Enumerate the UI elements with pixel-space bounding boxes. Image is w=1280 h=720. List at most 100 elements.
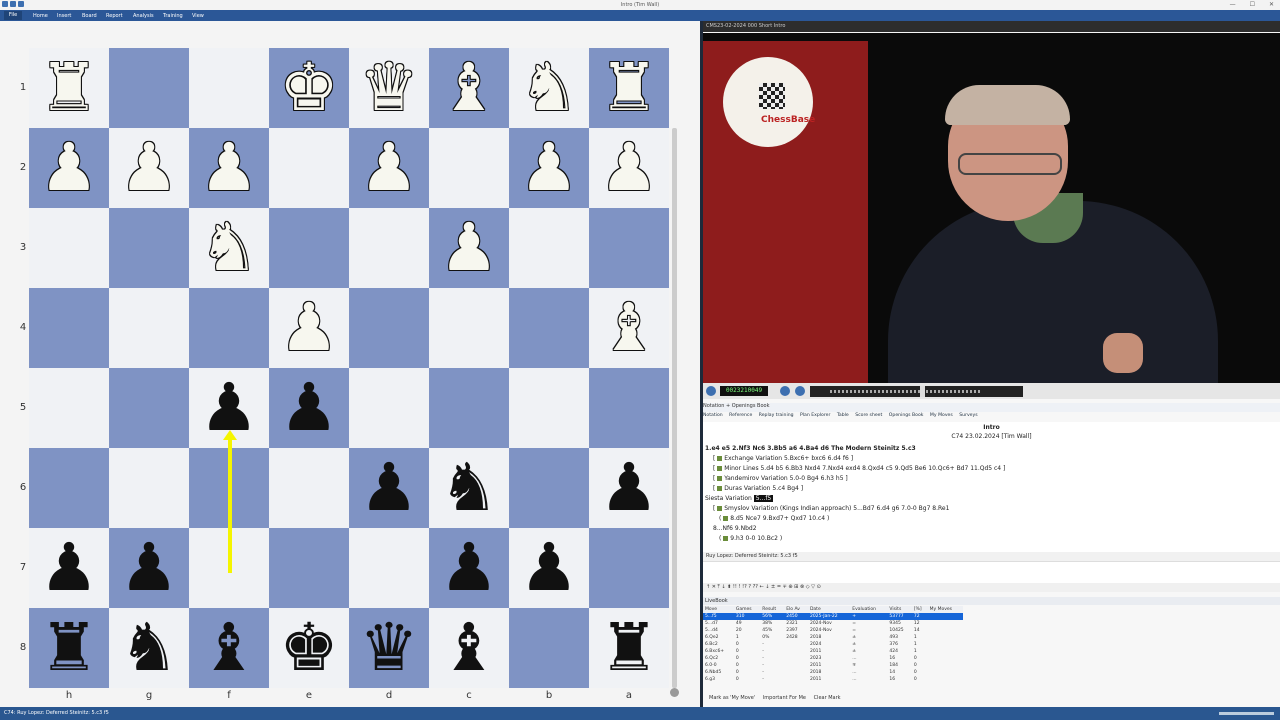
black-q-piece-icon[interactable]: ♛ bbox=[349, 608, 429, 688]
board-square-h6[interactable] bbox=[29, 448, 109, 528]
pause-icon[interactable] bbox=[706, 386, 716, 396]
board-square-e3[interactable] bbox=[269, 208, 349, 288]
variation-line[interactable]: ( 8.d5 Nce7 9.Bxd7+ Qxd7 10.c4 ) bbox=[719, 515, 829, 522]
clear-mark-button[interactable]: Clear Mark bbox=[814, 695, 841, 701]
table-row[interactable]: 5...d4 20 45% 2397 2024-Nov = 10425 14 bbox=[703, 627, 963, 634]
black-n-piece-icon[interactable]: ♞ bbox=[429, 448, 509, 528]
black-p-piece-icon[interactable]: ♟ bbox=[429, 528, 509, 608]
subtab-reference[interactable]: Reference bbox=[729, 413, 752, 418]
tab-home[interactable]: Home bbox=[33, 13, 48, 19]
white-p-piece-icon[interactable]: ♟ bbox=[589, 128, 669, 208]
video-timeline[interactable] bbox=[810, 386, 1023, 397]
current-move[interactable]: 5...f5 bbox=[753, 495, 774, 502]
close-button[interactable]: ✕ bbox=[1269, 1, 1274, 8]
variation-line[interactable]: 8...Nf6 9.Nbd2 bbox=[713, 525, 757, 532]
white-r-piece-icon[interactable]: ♜ bbox=[29, 48, 109, 128]
white-k-piece-icon[interactable]: ♚ bbox=[269, 48, 349, 128]
column-header[interactable]: [%] bbox=[911, 606, 928, 613]
main-line[interactable]: 1.e4 e5 2.Nf3 Nc6 3.Bb5 a6 4.Ba4 d6 The … bbox=[705, 445, 916, 452]
column-header[interactable]: My Moves bbox=[927, 606, 963, 613]
board-square-g3[interactable] bbox=[109, 208, 189, 288]
black-p-piece-icon[interactable]: ♟ bbox=[109, 528, 189, 608]
tab-analysis[interactable]: Analysis bbox=[133, 13, 154, 19]
variation-line[interactable]: [ Duras Variation 5.c4 Bg4 ] bbox=[713, 485, 803, 492]
board-square-g5[interactable] bbox=[109, 368, 189, 448]
file-tab[interactable]: File bbox=[4, 11, 22, 20]
board-square-e7[interactable] bbox=[269, 528, 349, 608]
black-k-piece-icon[interactable]: ♚ bbox=[269, 608, 349, 688]
table-row[interactable]: 6.g3 0 - 2011... 16 0 bbox=[703, 676, 963, 683]
table-row[interactable]: 6.0-0 0 - 2011 ∓ 184 0 bbox=[703, 662, 963, 669]
board-square-f4[interactable] bbox=[189, 288, 269, 368]
column-header[interactable]: Result bbox=[760, 606, 785, 613]
zoom-slider[interactable] bbox=[1219, 712, 1274, 715]
board-square-b8[interactable] bbox=[509, 608, 589, 688]
tab-training[interactable]: Training bbox=[163, 13, 183, 19]
column-header[interactable]: Elo Av bbox=[784, 606, 808, 613]
variation-line[interactable]: [ Exchange Variation 5.Bxc6+ bxc6 6.d4 f… bbox=[713, 455, 853, 462]
white-p-piece-icon[interactable]: ♟ bbox=[109, 128, 189, 208]
rewind-icon[interactable] bbox=[780, 386, 790, 396]
board-square-h5[interactable] bbox=[29, 368, 109, 448]
board-square-g4[interactable] bbox=[109, 288, 189, 368]
board-square-c5[interactable] bbox=[429, 368, 509, 448]
variation-line[interactable]: [ Yandemirov Variation 5.0-0 Bg4 6.h3 h5… bbox=[713, 475, 848, 482]
video-player[interactable]: ChessBase bbox=[703, 33, 1280, 383]
board-square-d4[interactable] bbox=[349, 288, 429, 368]
board-square-d3[interactable] bbox=[349, 208, 429, 288]
white-q-piece-icon[interactable]: ♛ bbox=[349, 48, 429, 128]
black-b-piece-icon[interactable]: ♝ bbox=[189, 608, 269, 688]
board-square-h3[interactable] bbox=[29, 208, 109, 288]
white-p-piece-icon[interactable]: ♟ bbox=[189, 128, 269, 208]
white-p-piece-icon[interactable]: ♟ bbox=[269, 288, 349, 368]
board-square-a7[interactable] bbox=[589, 528, 669, 608]
black-p-piece-icon[interactable]: ♟ bbox=[269, 368, 349, 448]
board-square-b3[interactable] bbox=[509, 208, 589, 288]
board-square-a5[interactable] bbox=[589, 368, 669, 448]
subtab-plan-explorer[interactable]: Plan Explorer bbox=[800, 413, 830, 418]
subtab-replay[interactable]: Replay training bbox=[759, 413, 794, 418]
table-row[interactable]: 5...f5 310 56% 2450 2025-Jan-22 +53777 72 bbox=[703, 613, 963, 620]
maximize-button[interactable]: ☐ bbox=[1250, 1, 1255, 8]
board-square-g1[interactable] bbox=[109, 48, 189, 128]
subtab-surveys[interactable]: Surveys bbox=[959, 413, 977, 418]
scroll-knob[interactable] bbox=[670, 688, 679, 697]
subtab-notation[interactable]: Notation bbox=[703, 413, 723, 418]
black-p-piece-icon[interactable]: ♟ bbox=[509, 528, 589, 608]
board-square-e2[interactable] bbox=[269, 128, 349, 208]
column-header[interactable]: Move bbox=[703, 606, 734, 613]
white-b-piece-icon[interactable]: ♝ bbox=[589, 288, 669, 368]
board-square-f1[interactable] bbox=[189, 48, 269, 128]
tab-view[interactable]: View bbox=[192, 13, 204, 19]
board-square-h4[interactable] bbox=[29, 288, 109, 368]
white-n-piece-icon[interactable]: ♞ bbox=[189, 208, 269, 288]
white-b-piece-icon[interactable]: ♝ bbox=[429, 48, 509, 128]
board-scrollbar[interactable] bbox=[672, 128, 677, 688]
annotation-toolbar[interactable]: ↑ ✕ ⤒ ↓ ⬍ !! ! !? ? ?? ← ↓ ± = ∓ ⊕ ⊞ ⊗ ◇… bbox=[703, 583, 1280, 592]
board-square-a3[interactable] bbox=[589, 208, 669, 288]
black-r-piece-icon[interactable]: ♜ bbox=[589, 608, 669, 688]
white-p-piece-icon[interactable]: ♟ bbox=[349, 128, 429, 208]
board-square-d7[interactable] bbox=[349, 528, 429, 608]
column-header[interactable]: Games bbox=[733, 606, 761, 613]
table-row[interactable]: 6.Qe2 1 0% 2428 2018 ±493 1 bbox=[703, 634, 963, 641]
evaluation-graph[interactable] bbox=[703, 561, 1280, 584]
variation-line[interactable]: ( 9.h3 0-0 10.Bc2 ) bbox=[719, 535, 782, 542]
variation-line[interactable]: [ Smyslov Variation (Kings Indian approa… bbox=[713, 505, 949, 512]
board-square-e6[interactable] bbox=[269, 448, 349, 528]
variation-line[interactable]: [ Minor Lines 5.d4 b5 6.Bb3 Nxd4 7.Nxd4 … bbox=[713, 465, 1005, 472]
subtab-score-sheet[interactable]: Score sheet bbox=[855, 413, 882, 418]
black-p-piece-icon[interactable]: ♟ bbox=[589, 448, 669, 528]
board-square-b6[interactable] bbox=[509, 448, 589, 528]
board-square-d5[interactable] bbox=[349, 368, 429, 448]
table-row[interactable]: 6.Qc2 0 - 2023... 16 0 bbox=[703, 655, 963, 662]
black-p-piece-icon[interactable]: ♟ bbox=[29, 528, 109, 608]
white-r-piece-icon[interactable]: ♜ bbox=[589, 48, 669, 128]
chess-board[interactable]: ♜ ♚ ♛ ♝ ♞ ♜ ♟ ♟ ♟ ♟ ♟ ♟ ♞ ♟ ♟ ♝ ♟ ♟ ♟ ♞ ♟ ♟ ♟ ♟ ♟ ♜ ♞ ♝ ♚ ♛ ♝ ♜ bbox=[29, 48, 669, 688]
forward-icon[interactable] bbox=[795, 386, 805, 396]
white-n-piece-icon[interactable]: ♞ bbox=[509, 48, 589, 128]
tab-board[interactable]: Board bbox=[82, 13, 97, 19]
subtab-my-moves[interactable]: My Moves bbox=[930, 413, 953, 418]
white-p-piece-icon[interactable]: ♟ bbox=[29, 128, 109, 208]
table-row[interactable]: 5...d7 49 38% 2321 2024-Nov = 9345 12 bbox=[703, 620, 963, 627]
